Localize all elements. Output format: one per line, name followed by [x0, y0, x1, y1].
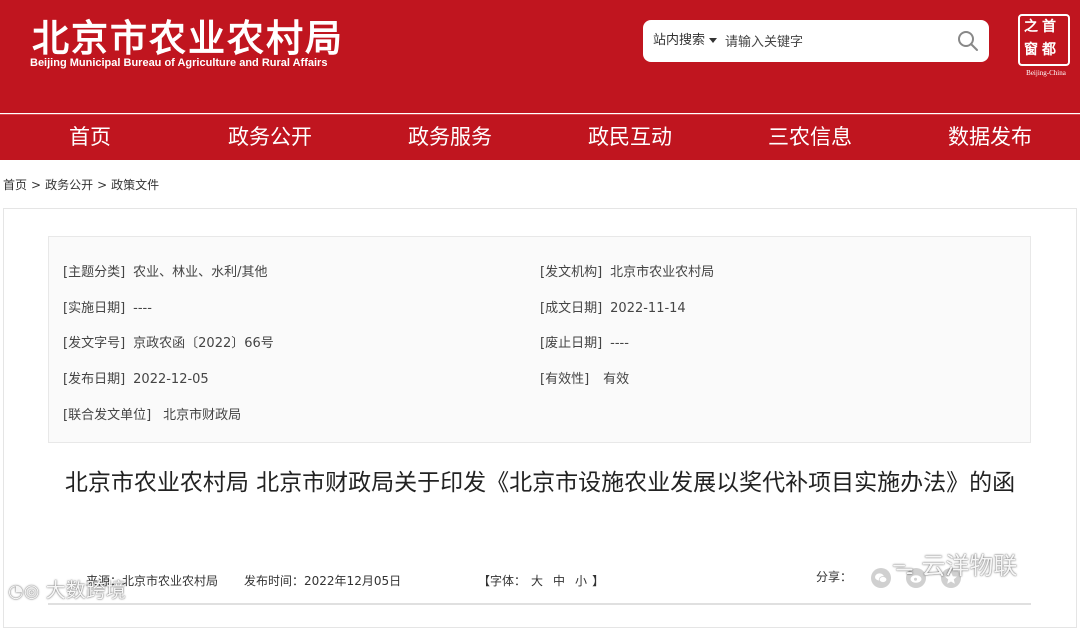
meta-issuer-label: [发文机构] — [540, 265, 603, 280]
meta-joint-issuer-label: [联合发文单位] — [63, 408, 152, 423]
capital-logo-char: 都 — [1042, 42, 1056, 58]
meta-issuer: [发文机构] 北京市农业农村局 — [540, 261, 714, 280]
watermark-right: ᯓ 云洋物联 — [892, 546, 1017, 581]
meta-written-date-label: [成文日期] — [540, 301, 603, 316]
nav-item-rural-info[interactable]: 三农信息 — [720, 115, 900, 160]
meta-topic-value: 农业、林业、水利/其他 — [133, 265, 268, 280]
site-name-english: Beijing Municipal Bureau of Agriculture … — [30, 57, 328, 69]
capital-logo-english: Beijing-China — [1026, 69, 1066, 77]
meta-validity: [有效性] 有效 — [540, 368, 629, 387]
meta-doc-number-label: [发文字号] — [63, 336, 126, 351]
document-title: 北京市农业农村局 北京市财政局关于印发《北京市设施农业发展以奖代补项目实施办法》… — [64, 470, 1016, 496]
font-size-close: 】 — [592, 574, 605, 588]
meta-publish-date-label: [发布日期] — [63, 372, 126, 387]
meta-effective-date: [实施日期] ---- — [63, 297, 152, 316]
font-size-control: 【字体： 大中小】 — [478, 572, 604, 589]
search-scope-dropdown[interactable]: 站内搜索 — [653, 20, 718, 62]
breadcrumb-policy-documents[interactable]: 政策文件 — [111, 178, 159, 192]
nav-item-public-interaction[interactable]: 政民互动 — [540, 115, 720, 160]
font-size-label: 【字体： — [478, 574, 527, 588]
breadcrumb-government-affairs[interactable]: 政务公开 — [45, 178, 93, 192]
meta-joint-issuer-value: 北京市财政局 — [163, 408, 242, 423]
search-icon[interactable] — [957, 30, 979, 52]
meta-written-date: [成文日期] 2022-11-14 — [540, 297, 686, 316]
breadcrumb: 首页 > 政务公开 > 政策文件 — [3, 176, 159, 193]
meta-doc-number-value: 京政农函〔2022〕66号 — [133, 336, 274, 351]
meta-topic-label: [主题分类] — [63, 265, 126, 280]
article-time-label: 发布时间： — [244, 574, 305, 588]
divider — [48, 603, 1031, 605]
capital-logo-char: 窗 — [1024, 42, 1038, 58]
meta-joint-issuer: [联合发文单位] 北京市财政局 — [63, 404, 241, 423]
caret-down-icon — [709, 38, 718, 43]
share-label: 分享： — [816, 570, 853, 584]
site-header: 北京市农业农村局 Beijing Municipal Bureau of Agr… — [0, 0, 1080, 113]
breadcrumb-home[interactable]: 首页 — [3, 178, 27, 192]
meta-doc-number: [发文字号] 京政农函〔2022〕66号 — [63, 332, 274, 351]
wechat-icon[interactable] — [871, 568, 891, 588]
meta-topic: [主题分类] 农业、林业、水利/其他 — [63, 261, 268, 280]
article-time-value: 2022年12月05日 — [304, 574, 402, 588]
font-size-large-button[interactable]: 大 — [531, 574, 543, 588]
meta-publish-date-value: 2022-12-05 — [133, 372, 209, 387]
wechat-watermark-icon: ᯓ — [892, 555, 914, 580]
capital-logo-char: 之 — [1024, 19, 1038, 35]
meta-validity-label: [有效性] — [540, 372, 590, 387]
watermark-logo-icon: ◔◎ — [8, 581, 40, 602]
nav-item-government-affairs[interactable]: 政务公开 — [180, 115, 360, 160]
nav-item-home[interactable]: 首页 — [0, 115, 180, 160]
watermark-right-text: 云洋物联 — [921, 552, 1018, 580]
meta-publish-date: [发布日期] 2022-12-05 — [63, 368, 209, 387]
capital-logo-frame: 首 都 之 窗 — [1018, 14, 1070, 66]
meta-validity-value: 有效 — [603, 372, 630, 387]
meta-repeal-date-value: ---- — [610, 336, 629, 351]
search-scope-label: 站内搜索 — [653, 33, 706, 48]
search-box: 站内搜索 — [643, 20, 989, 62]
article-publish-time: 发布时间：2022年12月05日 — [244, 572, 401, 589]
meta-repeal-date-label: [废止日期] — [540, 336, 603, 351]
site-name[interactable]: 北京市农业农村局 — [32, 8, 344, 62]
breadcrumb-separator: > — [97, 178, 108, 192]
breadcrumb-separator: > — [31, 178, 42, 192]
meta-effective-date-label: [实施日期] — [63, 301, 126, 316]
meta-issuer-value: 北京市农业农村局 — [610, 265, 715, 280]
search-input[interactable] — [723, 29, 947, 55]
meta-effective-date-value: ---- — [133, 301, 152, 316]
meta-written-date-value: 2022-11-14 — [610, 301, 686, 316]
main-nav: 首页 政务公开 政务服务 政民互动 三农信息 数据发布 — [0, 114, 1080, 160]
capital-window-logo[interactable]: 首 都 之 窗 Beijing-China — [1016, 14, 1074, 80]
font-size-small-button[interactable]: 小 — [575, 574, 587, 588]
meta-repeal-date: [废止日期] ---- — [540, 332, 629, 351]
watermark-left: ◔◎ 大数跨境 — [8, 574, 126, 603]
capital-logo-char: 首 — [1042, 19, 1056, 35]
article-source-value: 北京市农业农村局 — [122, 574, 219, 588]
font-size-medium-button[interactable]: 中 — [553, 574, 565, 588]
nav-item-data-release[interactable]: 数据发布 — [900, 115, 1080, 160]
nav-item-government-services[interactable]: 政务服务 — [360, 115, 540, 160]
watermark-left-text: 大数跨境 — [45, 578, 126, 602]
